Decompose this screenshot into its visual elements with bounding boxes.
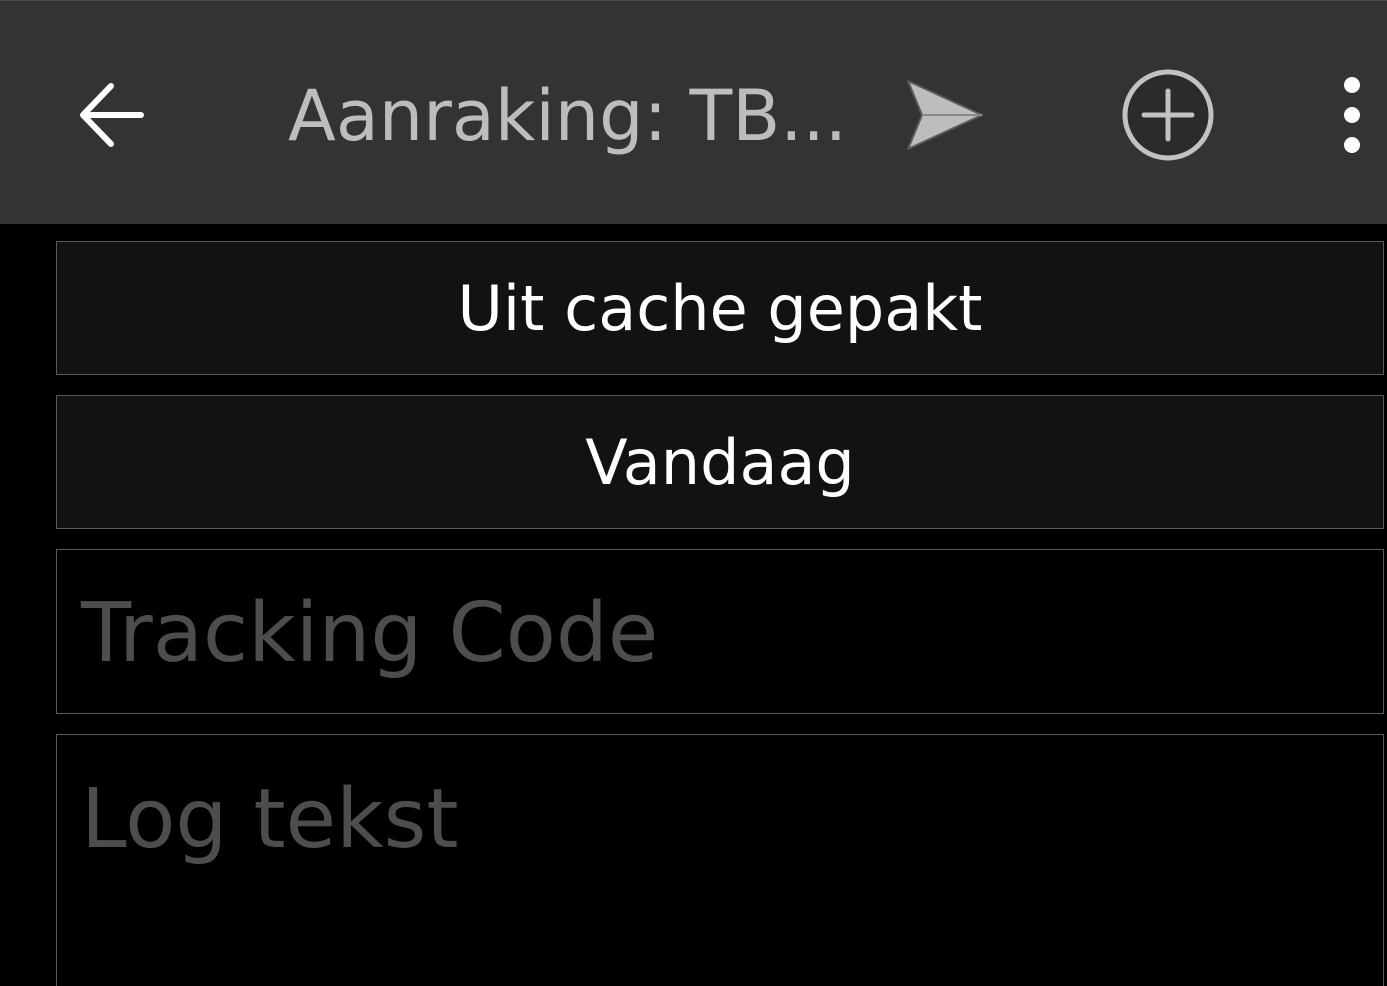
page-title: Aanraking: TB... — [288, 75, 847, 157]
log-text-input[interactable]: Log tekst — [56, 734, 1384, 986]
app-window: Aanraking: TB... Uit cache gepakt Vandaa… — [0, 0, 1387, 986]
add-circle-icon — [1122, 69, 1214, 161]
send-button[interactable] — [890, 63, 1000, 167]
add-button[interactable] — [1112, 59, 1224, 171]
back-button[interactable] — [60, 63, 164, 167]
tracking-code-placeholder: Tracking Code — [81, 586, 659, 681]
arrow-left-icon — [80, 83, 144, 147]
log-type-button[interactable]: Uit cache gepakt — [56, 241, 1384, 375]
log-type-label: Uit cache gepakt — [457, 271, 983, 345]
log-text-placeholder: Log tekst — [81, 772, 459, 867]
date-button[interactable]: Vandaag — [56, 395, 1384, 529]
action-bar: Aanraking: TB... — [0, 0, 1387, 224]
tracking-code-input[interactable]: Tracking Code — [56, 549, 1384, 714]
send-icon — [907, 80, 983, 150]
date-label: Vandaag — [585, 425, 855, 499]
more-vert-icon — [1344, 77, 1360, 153]
overflow-menu-button[interactable] — [1320, 63, 1384, 167]
